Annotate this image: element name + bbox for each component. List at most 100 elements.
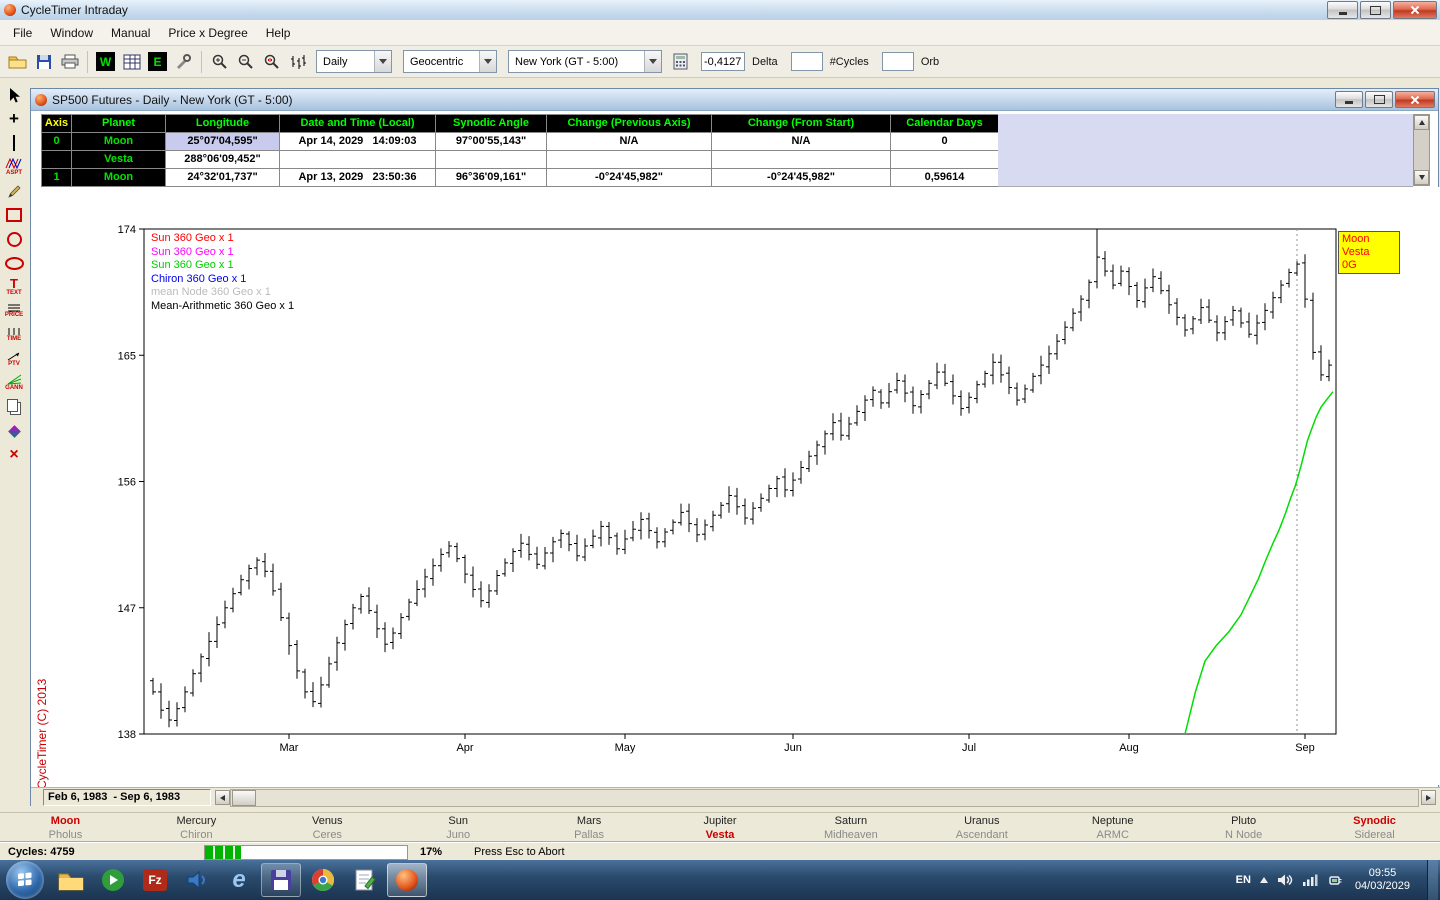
menu-help[interactable]: Help bbox=[257, 22, 300, 44]
chart-minimize-button[interactable] bbox=[1335, 91, 1363, 108]
delta-input[interactable] bbox=[701, 52, 745, 71]
taskbar-media-button[interactable] bbox=[93, 863, 133, 897]
price-tool[interactable]: PRICE bbox=[1, 300, 27, 322]
tray-network-icon[interactable] bbox=[1302, 873, 1318, 887]
planet-column[interactable]: MercuryChiron bbox=[131, 813, 262, 843]
planet-top-label[interactable]: Saturn bbox=[785, 814, 916, 828]
chevron-down-icon[interactable] bbox=[374, 51, 391, 72]
menu-price-x-degree[interactable]: Price x Degree bbox=[159, 22, 256, 44]
circle-tool[interactable] bbox=[1, 228, 27, 250]
planet-bottom-label[interactable]: Ascendant bbox=[916, 828, 1047, 842]
vertical-line-tool[interactable] bbox=[1, 132, 27, 154]
table-cell-axis[interactable] bbox=[42, 151, 72, 169]
planet-top-label[interactable]: Jupiter bbox=[655, 814, 786, 828]
planet-top-label[interactable]: Neptune bbox=[1047, 814, 1178, 828]
table-cell-days[interactable]: 0,59614 bbox=[891, 169, 999, 187]
table-cell-planet[interactable]: Vesta bbox=[72, 151, 166, 169]
taskbar-ie-button[interactable]: e bbox=[219, 863, 259, 897]
scrollbar-thumb[interactable] bbox=[232, 790, 256, 806]
planet-bottom-label[interactable]: Vesta bbox=[655, 828, 786, 842]
menu-file[interactable]: File bbox=[4, 22, 41, 44]
planet-bottom-label[interactable]: ARMC bbox=[1047, 828, 1178, 842]
taskbar-chrome-button[interactable] bbox=[303, 863, 343, 897]
chart-window-titlebar[interactable]: SP500 Futures - Daily - New York (GT - 5… bbox=[31, 89, 1438, 111]
table-cell-synodic[interactable]: 97°00'55,143" bbox=[436, 133, 547, 151]
planet-column[interactable]: SynodicSidereal bbox=[1309, 813, 1440, 843]
scroll-left-button[interactable] bbox=[215, 790, 230, 805]
copy-tool[interactable] bbox=[1, 396, 27, 418]
price-chart[interactable]: 138147156165174MarAprMayJunJulAugSep Sun… bbox=[31, 187, 1440, 785]
calculator-button[interactable] bbox=[669, 50, 692, 73]
table-cell-synodic[interactable] bbox=[436, 151, 547, 169]
planet-bottom-label[interactable]: Midheaven bbox=[785, 828, 916, 842]
open-button[interactable] bbox=[6, 50, 29, 73]
save-button[interactable] bbox=[32, 50, 55, 73]
table-cell-change-start[interactable] bbox=[712, 151, 891, 169]
ptv-tool[interactable]: PTV bbox=[1, 348, 27, 370]
table-cell-datetime[interactable]: Apr 13, 2029 23:50:36 bbox=[280, 169, 436, 187]
planet-top-label[interactable]: Moon bbox=[0, 814, 131, 828]
table-cell-change-prev[interactable] bbox=[547, 151, 712, 169]
table-cell-datetime[interactable]: Apr 14, 2029 14:09:03 bbox=[280, 133, 436, 151]
cycles-input[interactable] bbox=[791, 52, 823, 71]
zoom-in-button[interactable] bbox=[208, 50, 231, 73]
planet-bottom-label[interactable]: Juno bbox=[393, 828, 524, 842]
planet-column[interactable]: UranusAscendant bbox=[916, 813, 1047, 843]
planet-bottom-label[interactable]: N Node bbox=[1178, 828, 1309, 842]
table-cell-change-prev[interactable]: N/A bbox=[547, 133, 712, 151]
diamond-tool[interactable] bbox=[1, 420, 27, 442]
ohlc-style-button[interactable] bbox=[286, 50, 309, 73]
planet-top-label[interactable]: Uranus bbox=[916, 814, 1047, 828]
crosshair-tool[interactable]: + bbox=[1, 108, 27, 130]
rectangle-tool[interactable] bbox=[1, 204, 27, 226]
table-cell-axis[interactable]: 0 bbox=[42, 133, 72, 151]
tray-expand-icon[interactable] bbox=[1260, 877, 1268, 883]
zoom-out-button[interactable] bbox=[234, 50, 257, 73]
planet-bottom-label[interactable]: Pallas bbox=[524, 828, 655, 842]
table-cell-planet[interactable]: Moon bbox=[72, 169, 166, 187]
planet-top-label[interactable]: Venus bbox=[262, 814, 393, 828]
menu-window[interactable]: Window bbox=[41, 22, 102, 44]
scroll-up-button[interactable] bbox=[1414, 115, 1429, 130]
print-button[interactable] bbox=[58, 50, 81, 73]
text-tool[interactable]: TTEXT bbox=[1, 276, 27, 298]
taskbar-filezilla-button[interactable]: Fz bbox=[135, 863, 175, 897]
taskbar-save-app-button[interactable] bbox=[261, 863, 301, 897]
table-cell-longitude-selected[interactable]: 25°07'04,595" bbox=[166, 133, 280, 151]
timeframe-select[interactable]: Daily bbox=[316, 50, 392, 73]
pointer-tool[interactable] bbox=[1, 84, 27, 106]
ephemeris-view-button[interactable]: E bbox=[146, 50, 169, 73]
coordinate-system-select[interactable]: Geocentric bbox=[403, 50, 497, 73]
tray-volume-icon[interactable] bbox=[1277, 873, 1293, 887]
tray-clock[interactable]: 09:55 04/03/2029 bbox=[1355, 867, 1410, 893]
table-view-button[interactable] bbox=[120, 50, 143, 73]
table-cell-planet[interactable]: Moon bbox=[72, 133, 166, 151]
chevron-down-icon[interactable] bbox=[479, 51, 496, 72]
horizontal-scrollbar[interactable] bbox=[230, 789, 1419, 807]
tray-language[interactable]: EN bbox=[1236, 874, 1251, 886]
planet-column[interactable]: JupiterVesta bbox=[655, 813, 786, 843]
table-cell-longitude[interactable]: 24°32'01,737" bbox=[166, 169, 280, 187]
chart-restore-button[interactable] bbox=[1365, 91, 1393, 108]
ellipse-tool[interactable] bbox=[1, 252, 27, 274]
planet-column[interactable]: MoonPholus bbox=[0, 813, 131, 843]
start-button[interactable] bbox=[6, 861, 44, 899]
planet-column[interactable]: VenusCeres bbox=[262, 813, 393, 843]
planet-column[interactable]: SaturnMidheaven bbox=[785, 813, 916, 843]
orb-input[interactable] bbox=[882, 52, 914, 71]
planet-bottom-label[interactable]: Sidereal bbox=[1309, 828, 1440, 842]
gann-tool[interactable]: GANN bbox=[1, 372, 27, 394]
taskbar-editor-button[interactable] bbox=[345, 863, 385, 897]
table-cell-longitude[interactable]: 288°06'09,452" bbox=[166, 151, 280, 169]
close-button[interactable] bbox=[1393, 1, 1437, 19]
planet-top-label[interactable]: Pluto bbox=[1178, 814, 1309, 828]
planet-column[interactable]: SunJuno bbox=[393, 813, 524, 843]
planet-top-label[interactable]: Sun bbox=[393, 814, 524, 828]
planet-top-label[interactable]: Mercury bbox=[131, 814, 262, 828]
chevron-down-icon[interactable] bbox=[644, 51, 661, 72]
planet-column[interactable]: NeptuneARMC bbox=[1047, 813, 1178, 843]
table-cell-axis[interactable]: 1 bbox=[42, 169, 72, 187]
scroll-down-button[interactable] bbox=[1414, 170, 1429, 185]
table-scrollbar[interactable] bbox=[1413, 114, 1430, 186]
weekly-view-button[interactable]: W bbox=[94, 50, 117, 73]
